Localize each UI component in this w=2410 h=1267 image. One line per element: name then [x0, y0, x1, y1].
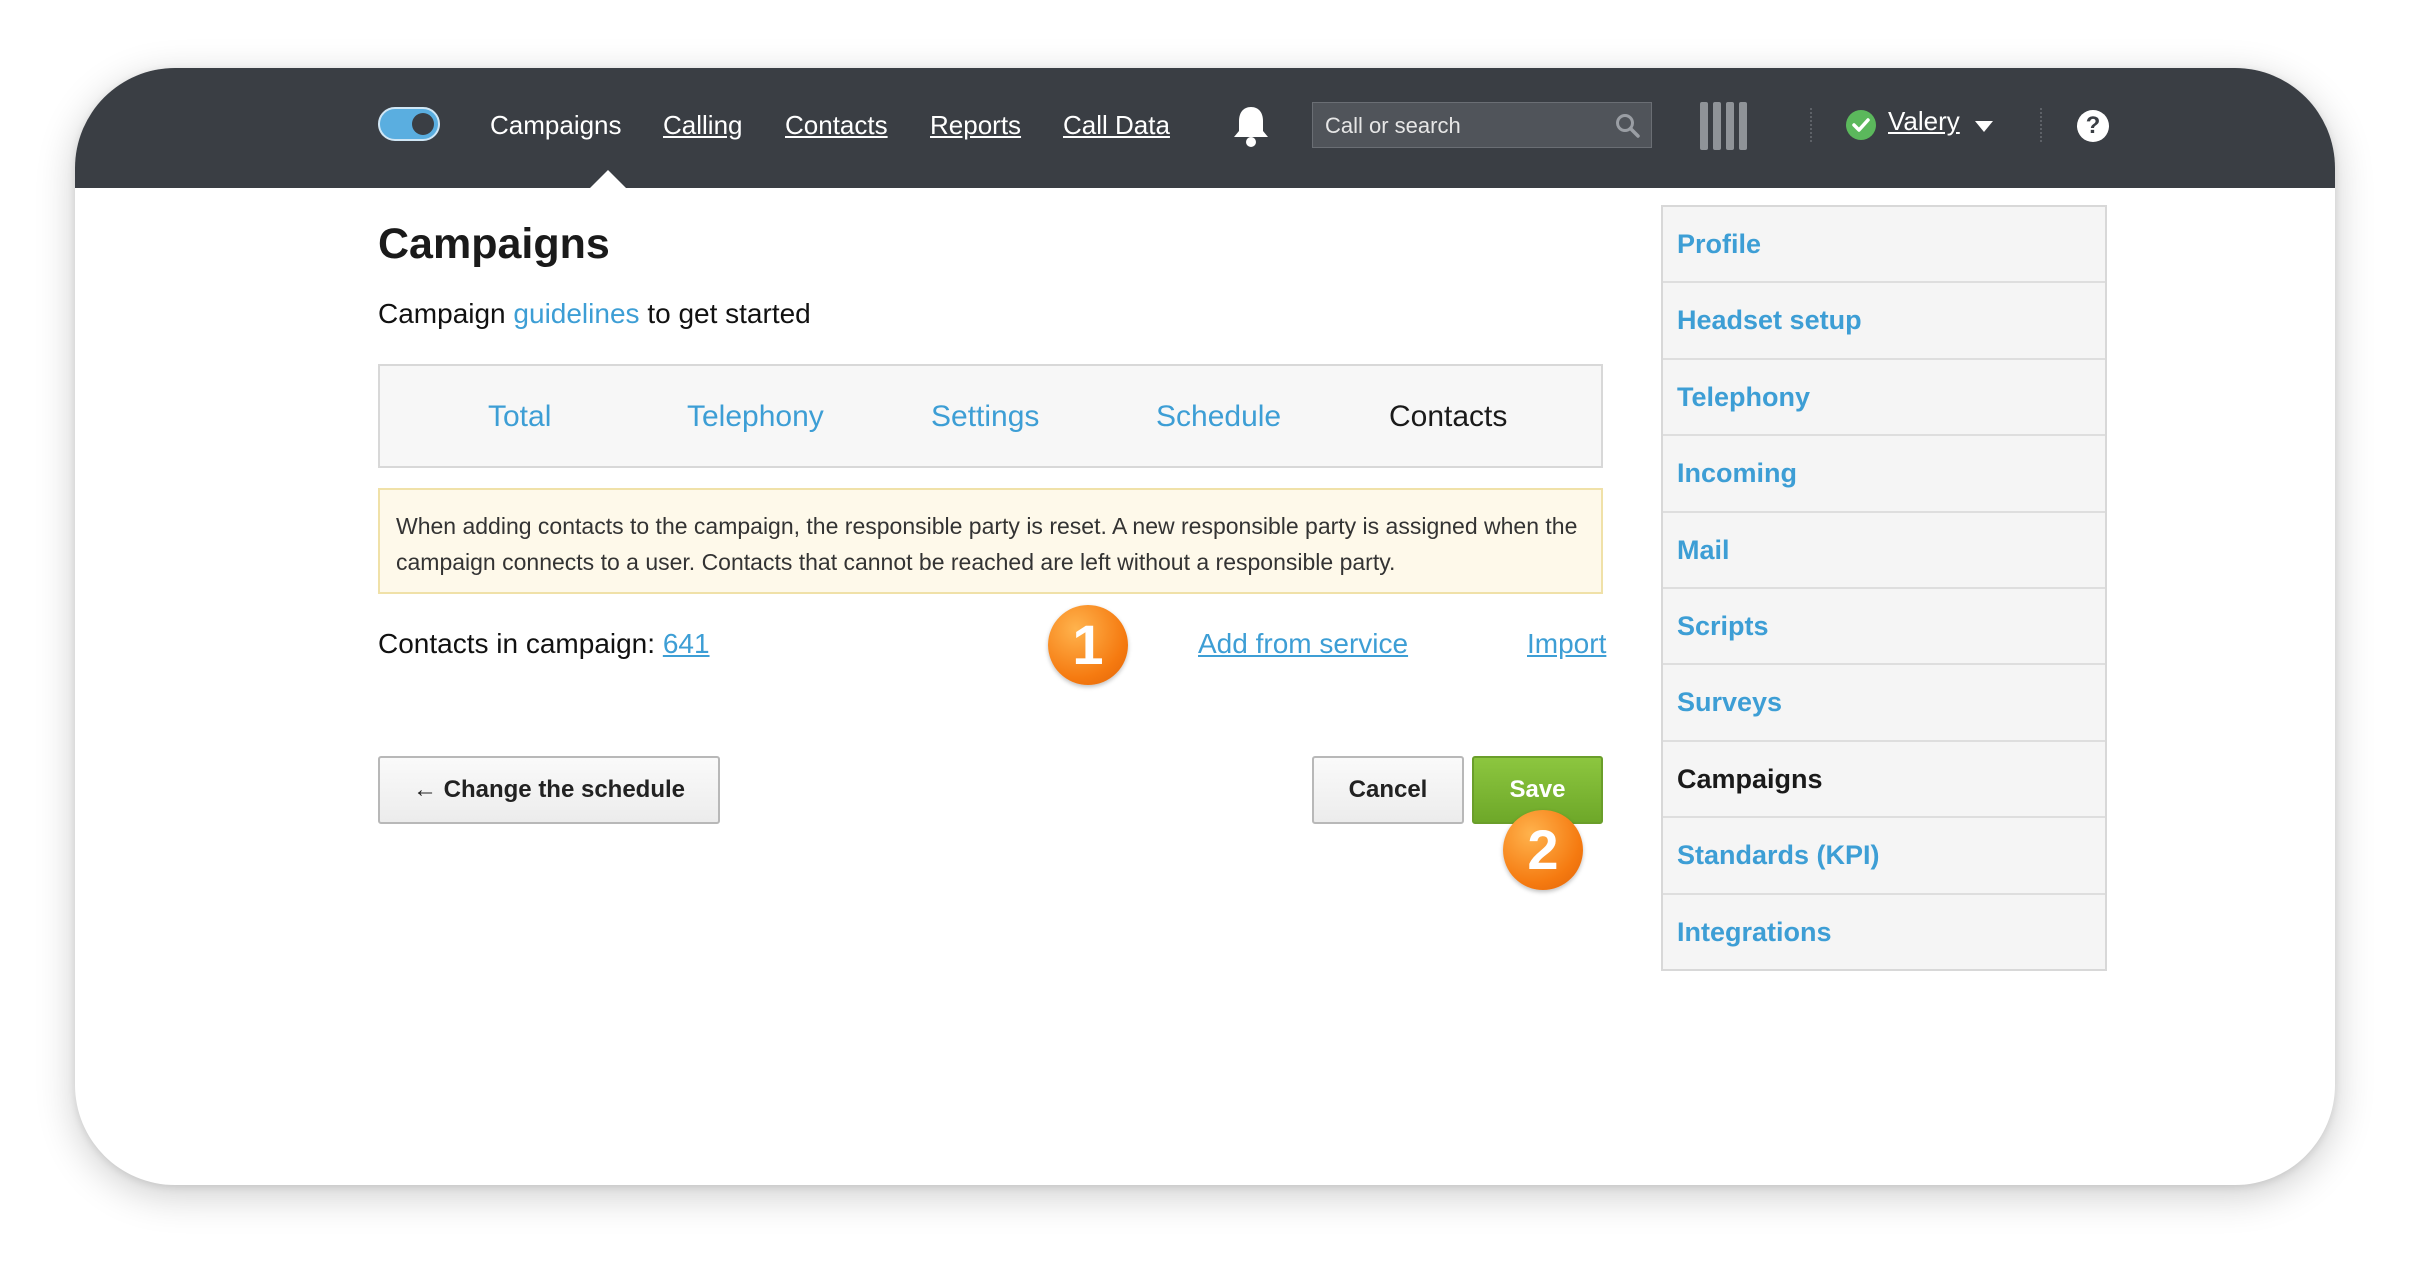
intro-text: Campaign guidelines to get started — [378, 298, 811, 330]
step-badge-2: 2 — [1503, 810, 1583, 890]
sidebar-item-incoming[interactable]: Incoming — [1663, 436, 2105, 513]
sidebar-item-campaigns[interactable]: Campaigns — [1663, 742, 2105, 819]
sidebar-item-mail[interactable]: Mail — [1663, 513, 2105, 589]
top-navigation-bar: Campaigns Calling Contacts Reports Call … — [75, 68, 2335, 188]
search-icon[interactable] — [1615, 113, 1641, 139]
cancel-button[interactable]: Cancel — [1312, 756, 1464, 824]
sidebar-item-surveys[interactable]: Surveys — [1663, 665, 2105, 742]
chevron-down-icon[interactable] — [1975, 121, 1993, 132]
tab-total[interactable]: Total — [488, 400, 551, 434]
sidebar-item-headset-setup[interactable]: Headset setup — [1663, 283, 2105, 360]
notice-box: When adding contacts to the campaign, th… — [378, 488, 1603, 594]
user-menu[interactable]: Valery — [1888, 106, 1960, 137]
divider — [1810, 108, 1812, 142]
contacts-count-link[interactable]: 641 — [663, 628, 710, 659]
sidebar-item-scripts[interactable]: Scripts — [1663, 589, 2105, 666]
intro-suffix: to get started — [647, 298, 811, 329]
settings-sidebar: Profile Headset setup Telephony Incoming… — [1661, 205, 2107, 971]
guidelines-link[interactable]: guidelines — [513, 298, 639, 329]
help-icon[interactable]: ? — [2077, 110, 2109, 142]
page-title: Campaigns — [378, 220, 610, 268]
nav-campaigns[interactable]: Campaigns — [490, 108, 622, 142]
search-input[interactable] — [1313, 103, 1617, 149]
step-badge-1: 1 — [1048, 605, 1128, 685]
tab-schedule[interactable]: Schedule — [1156, 400, 1281, 434]
nav-calling[interactable]: Calling — [663, 108, 743, 142]
intro-prefix: Campaign — [378, 298, 506, 329]
add-from-service-link[interactable]: Add from service — [1198, 628, 1408, 660]
tab-contacts[interactable]: Contacts — [1389, 400, 1507, 434]
nav-contacts[interactable]: Contacts — [785, 108, 888, 142]
tab-settings[interactable]: Settings — [931, 400, 1039, 434]
toggle-knob — [412, 113, 434, 135]
sidebar-item-telephony[interactable]: Telephony — [1663, 360, 2105, 437]
mode-toggle[interactable] — [378, 107, 440, 141]
contacts-count-row: Contacts in campaign: 641 — [378, 628, 710, 660]
online-status-icon — [1846, 110, 1876, 140]
change-schedule-button[interactable]: ← Change the schedule — [378, 756, 720, 824]
sidebar-item-profile[interactable]: Profile — [1663, 207, 2105, 284]
sidebar-item-standards-kpi[interactable]: Standards (KPI) — [1663, 818, 2105, 895]
sidebar-item-integrations[interactable]: Integrations — [1663, 895, 2105, 971]
divider — [2040, 108, 2042, 142]
import-link[interactable]: Import — [1527, 628, 1606, 660]
app-window: Campaigns Calling Contacts Reports Call … — [75, 68, 2335, 1185]
tab-telephony[interactable]: Telephony — [687, 400, 824, 434]
campaign-tabs: Total Telephony Settings Schedule Contac… — [378, 364, 1603, 468]
nav-call-data[interactable]: Call Data — [1063, 108, 1170, 142]
contacts-count-label: Contacts in campaign: — [378, 628, 656, 659]
bell-icon[interactable] — [1230, 104, 1272, 148]
active-nav-indicator — [590, 170, 626, 188]
search-box[interactable] — [1312, 102, 1652, 149]
nav-reports[interactable]: Reports — [930, 108, 1021, 142]
